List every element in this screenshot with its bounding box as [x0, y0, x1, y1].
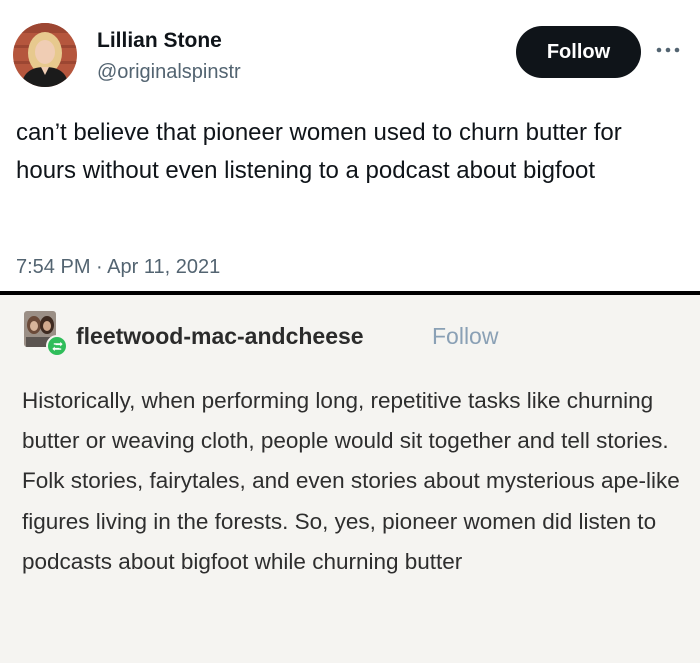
tumblr-follow-link[interactable]: Follow	[432, 323, 498, 350]
tweet-timestamp[interactable]: 7:54 PM · Apr 11, 2021	[16, 256, 220, 279]
more-options-icon[interactable]	[652, 36, 684, 64]
tumblr-post: fleetwood-mac-andcheese Follow Historica…	[0, 295, 700, 663]
reblog-icon	[46, 335, 68, 357]
tumblr-post-body: Historically, when performing long, repe…	[22, 388, 680, 574]
tweet-card: Lillian Stone @originalspinstr Follow ca…	[0, 0, 700, 292]
tweet-text: can’t believe that pioneer women used to…	[16, 119, 622, 184]
user-handle[interactable]: @originalspinstr	[97, 61, 241, 84]
user-avatar[interactable]	[13, 23, 77, 87]
display-name[interactable]: Lillian Stone	[97, 29, 222, 53]
tumblr-username[interactable]: fleetwood-mac-andcheese	[76, 323, 364, 350]
follow-button[interactable]: Follow	[516, 26, 641, 78]
